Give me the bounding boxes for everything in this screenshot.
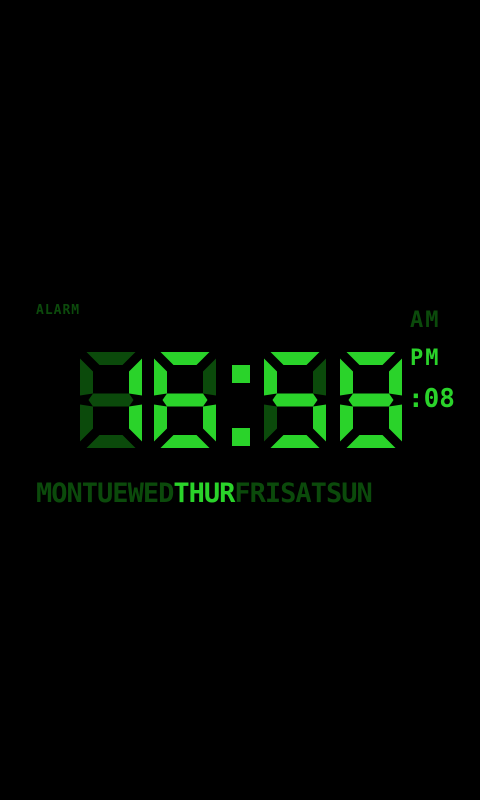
colon-bottom-dot: [232, 428, 250, 446]
segment-e: [340, 404, 353, 442]
segment-e: [264, 404, 277, 442]
segment-e: [80, 404, 93, 442]
segment-a: [346, 352, 396, 365]
segment-a: [86, 352, 136, 365]
minute-ones-digit: [340, 352, 402, 448]
segment-d: [270, 435, 320, 448]
segment-c: [203, 404, 216, 442]
segment-a: [270, 352, 320, 365]
day-mon: MON: [36, 478, 83, 509]
segment-f: [80, 358, 93, 396]
segment-g: [272, 393, 318, 407]
hour-tens-digit: [80, 352, 142, 448]
time-colon: [232, 365, 250, 446]
colon-top-dot: [232, 365, 250, 383]
seconds-display: :08: [408, 384, 455, 414]
segment-b: [129, 358, 142, 396]
segment-b: [203, 358, 216, 396]
segment-c: [313, 404, 326, 442]
day-wed: WED: [127, 478, 175, 509]
segment-e: [154, 404, 167, 442]
segment-b: [313, 358, 326, 396]
minute-tens-digit: [264, 352, 326, 448]
clock-screen[interactable]: ALARM AM PM 16 58 :08 MON TUE WED THUR F…: [0, 0, 480, 800]
segment-c: [129, 404, 142, 442]
day-sat: SAT: [280, 478, 327, 509]
segment-d: [160, 435, 210, 448]
hour-ones-digit: [154, 352, 216, 448]
segment-c: [389, 404, 402, 442]
segment-f: [340, 358, 353, 396]
weekday-row: MON TUE WED THUR FRI SAT SUN: [36, 478, 448, 509]
day-tue: TUE: [81, 478, 129, 509]
segment-f: [154, 358, 167, 396]
segment-a: [160, 352, 210, 365]
segment-f: [264, 358, 277, 396]
segment-d: [86, 435, 136, 448]
segment-d: [346, 435, 396, 448]
segment-b: [389, 358, 402, 396]
day-thur: THUR: [173, 478, 235, 509]
day-sun: SUN: [325, 478, 373, 509]
segment-g: [348, 393, 394, 407]
segment-g: [88, 393, 134, 407]
segment-g: [162, 393, 208, 407]
day-fri: FRI: [234, 478, 281, 509]
